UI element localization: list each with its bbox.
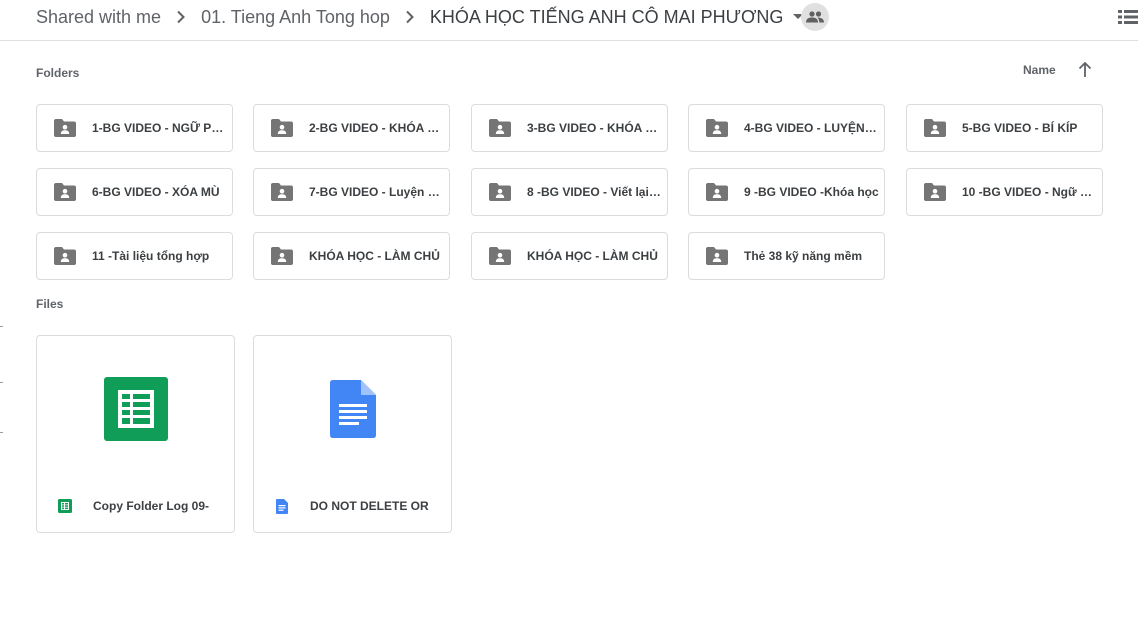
folder-tile[interactable]: KHÓA HỌC - LÀM CHỦ [253,232,450,280]
top-bar: Shared with me 01. Tieng Anh Tong hop KH… [0,0,1138,41]
shared-folder-icon [924,183,946,201]
file-card-spreadsheet[interactable]: Copy Folder Log 09- [36,335,235,533]
file-card-document[interactable]: DO NOT DELETE OR [253,335,452,533]
shared-folder-icon [489,119,511,137]
folder-name: 9 -BG VIDEO -Khóa học [744,185,879,199]
folder-tile[interactable]: Thẻ 38 kỹ năng mềm [688,232,885,280]
shared-folder-icon [271,119,293,137]
breadcrumb-shared-with-me[interactable]: Shared with me [36,7,161,28]
google-docs-icon [274,498,290,514]
folder-tile[interactable]: 5-BG VIDEO - BÍ KÍP [906,104,1103,152]
left-edge-marker [0,320,4,440]
breadcrumb-current-folder[interactable]: KHÓA HỌC TIẾNG ANH CÔ MAI PHƯƠNG [430,7,784,28]
google-sheets-icon [103,377,168,441]
folder-tile[interactable]: 6-BG VIDEO - XÓA MÙ [36,168,233,216]
folder-name: 3-BG VIDEO - KHÓA HỌC [527,121,663,135]
file-preview [37,336,234,482]
shared-folder-icon [706,247,728,265]
folder-name: 5-BG VIDEO - BÍ KÍP [962,121,1078,135]
folder-name: 1-BG VIDEO - NGỮ PHÁP [92,121,228,135]
folder-name: 8 -BG VIDEO - Viết lại câu [527,185,663,199]
google-sheets-icon [57,498,73,514]
folders-heading: Folders [36,66,80,80]
breadcrumb-tieng-anh-tong-hop[interactable]: 01. Tieng Anh Tong hop [201,7,390,28]
file-name: Copy Folder Log 09- [93,499,210,513]
shared-folder-icon [706,119,728,137]
folder-tile[interactable]: 4-BG VIDEO - LUYỆN NGHE [688,104,885,152]
shared-people-icon[interactable] [801,3,829,31]
shared-folder-icon [54,247,76,265]
folder-tile[interactable]: 2-BG VIDEO - KHÓA HỌC [253,104,450,152]
folder-name: KHÓA HỌC - LÀM CHỦ [527,249,658,263]
file-footer: DO NOT DELETE OR [254,480,451,532]
sort-control[interactable]: Name [1023,62,1092,78]
folder-name: 4-BG VIDEO - LUYỆN NGHE [744,121,880,135]
folder-tile[interactable]: 9 -BG VIDEO -Khóa học [688,168,885,216]
folder-tile[interactable]: KHÓA HỌC - LÀM CHỦ [471,232,668,280]
folder-name: Thẻ 38 kỹ năng mềm [744,249,863,263]
shared-folder-icon [54,119,76,137]
file-name: DO NOT DELETE OR [310,499,429,513]
shared-folder-icon [924,119,946,137]
shared-folder-icon [706,183,728,201]
files-heading: Files [36,297,64,311]
shared-folder-icon [489,183,511,201]
shared-folder-icon [271,247,293,265]
folder-tile[interactable]: 8 -BG VIDEO - Viết lại câu [471,168,668,216]
folder-name: 6-BG VIDEO - XÓA MÙ [92,185,220,199]
folder-name: 10 -BG VIDEO - Ngữ pháp [962,185,1098,199]
folder-tile[interactable]: 7-BG VIDEO - Luyện nói [253,168,450,216]
folder-name: 7-BG VIDEO - Luyện nói [309,185,445,199]
folder-tile[interactable]: 3-BG VIDEO - KHÓA HỌC [471,104,668,152]
chevron-right-icon [390,10,430,24]
folder-name: 2-BG VIDEO - KHÓA HỌC [309,121,445,135]
file-preview [254,336,451,482]
folder-tile[interactable]: 11 -Tài liệu tổng hợp [36,232,233,280]
folder-name: 11 -Tài liệu tổng hợp [92,249,210,263]
folder-tile[interactable]: 1-BG VIDEO - NGỮ PHÁP [36,104,233,152]
sort-by-name[interactable]: Name [1023,63,1056,77]
list-view-icon[interactable] [1116,8,1138,26]
arrow-up-icon[interactable] [1078,62,1092,78]
shared-folder-icon [54,183,76,201]
shared-folder-icon [271,183,293,201]
shared-folder-icon [489,247,511,265]
file-footer: Copy Folder Log 09- [37,480,234,532]
google-docs-icon [329,380,376,438]
folder-name: KHÓA HỌC - LÀM CHỦ [309,249,440,263]
breadcrumb: Shared with me 01. Tieng Anh Tong hop KH… [36,4,805,30]
folder-tile[interactable]: 10 -BG VIDEO - Ngữ pháp [906,168,1103,216]
chevron-right-icon [161,10,201,24]
